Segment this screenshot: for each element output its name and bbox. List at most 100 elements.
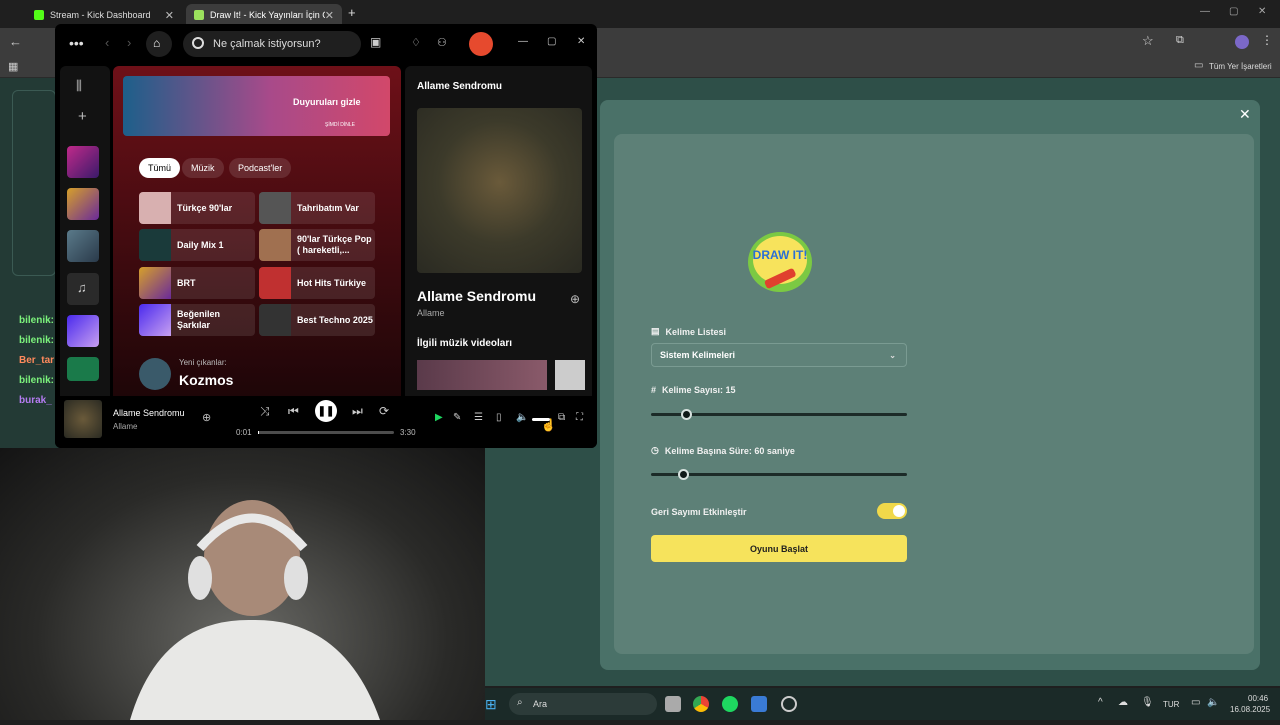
library-icon[interactable]: ⫼ [76, 78, 82, 94]
word-count-slider[interactable] [651, 409, 907, 420]
playlist-cover[interactable]: ♫ [67, 273, 99, 305]
clock-date[interactable]: 16.08.2025 [1230, 705, 1270, 714]
maximize-icon[interactable]: ▢ [1229, 6, 1238, 17]
shortcut-card[interactable]: Beğenilen Şarkılar [139, 304, 255, 336]
search-input[interactable]: Ne çalmak istiyorsun? [183, 31, 361, 57]
time-slider[interactable] [651, 469, 907, 480]
volume-icon[interactable]: 🔈 [516, 412, 528, 423]
fullscreen-icon[interactable]: ⛶ [576, 412, 583, 423]
browse-icon[interactable]: ▣ [370, 35, 381, 49]
shortcut-card[interactable]: Best Techno 2025 [259, 304, 375, 336]
close-tab-icon[interactable]: ✕ [165, 9, 174, 22]
new-release-title[interactable]: Kozmos [179, 372, 233, 388]
add-to-library-icon[interactable]: ⊕ [202, 411, 211, 424]
tray-chevron-icon[interactable]: ^ [1098, 697, 1103, 708]
lyrics-icon[interactable]: ✎ [453, 412, 461, 423]
maximize-icon[interactable]: ▢ [547, 36, 556, 47]
album-title[interactable]: Allame Sendromu [417, 288, 536, 304]
bookmark-star-icon[interactable]: ☆ [1142, 33, 1154, 49]
chrome-icon[interactable] [693, 696, 709, 712]
mic-icon[interactable]: 🎙 [1141, 697, 1154, 708]
profile-avatar[interactable] [1235, 35, 1249, 49]
language-indicator[interactable]: TUR [1163, 700, 1179, 709]
menu-icon[interactable]: ⋮ [1261, 33, 1273, 47]
task-view-icon[interactable] [665, 696, 681, 712]
extensions-icon[interactable]: ⧉ [1176, 34, 1184, 47]
tab-kick-dashboard[interactable]: Stream - Kick Dashboard ✕ [26, 4, 182, 26]
promo-banner[interactable]: Duyuruları gizle ŞİMDİ DİNLE [123, 76, 390, 136]
friends-icon[interactable]: ⚇ [437, 36, 447, 49]
close-icon[interactable]: ✕ [577, 36, 585, 47]
music-note-icon: ♫ [77, 280, 87, 295]
chip-music[interactable]: Müzik [182, 158, 224, 178]
playlist-cover[interactable] [67, 357, 99, 381]
new-tab-icon[interactable]: + [348, 5, 356, 20]
word-list-select[interactable]: Sistem Kelimeleri ⌄ [651, 343, 907, 367]
add-icon[interactable]: ⊕ [570, 292, 580, 306]
next-icon[interactable]: ⏭ [352, 404, 363, 419]
back-icon[interactable]: ‹ [105, 35, 109, 50]
home-button[interactable]: ⌂ [146, 31, 172, 57]
slider-handle[interactable] [678, 469, 689, 480]
shortcut-card[interactable]: Türkçe 90'lar [139, 192, 255, 224]
new-release-avatar[interactable] [139, 358, 171, 390]
add-icon[interactable]: + [78, 108, 87, 125]
network-icon[interactable]: ▭ [1191, 697, 1200, 708]
progress-bar[interactable] [258, 431, 394, 434]
playlist-cover[interactable] [67, 230, 99, 262]
shortcut-card[interactable]: 90'lar Türkçe Pop ( hareketli,... [259, 229, 375, 261]
repeat-icon[interactable]: ⟳ [379, 404, 389, 418]
back-icon[interactable]: ← [9, 34, 22, 49]
now-playing-view-icon[interactable]: ▶ [435, 412, 443, 423]
liked-songs-cover[interactable] [67, 315, 99, 347]
start-game-button[interactable]: Oyunu Başlat [651, 535, 907, 562]
card-thumb [259, 267, 291, 299]
slider-handle[interactable] [681, 409, 692, 420]
connect-device-icon[interactable]: ▯ [496, 412, 502, 423]
previous-icon[interactable]: ⏮ [288, 404, 299, 419]
time-label: ◷ Kelime Başına Süre: 60 saniye [651, 445, 795, 456]
app-icon[interactable] [781, 696, 797, 712]
more-icon[interactable]: ••• [69, 35, 84, 51]
shortcut-card[interactable]: BRT [139, 267, 255, 299]
pause-button[interactable]: ❚❚ [315, 400, 337, 422]
clock-time[interactable]: 00:46 [1248, 694, 1268, 703]
close-modal-icon[interactable]: ✕ [1239, 106, 1251, 123]
apps-icon[interactable]: ▦ [8, 60, 18, 73]
video-thumb[interactable] [555, 360, 585, 390]
now-playing-artist[interactable]: Allame [113, 422, 137, 431]
queue-icon[interactable]: ☰ [474, 412, 483, 423]
shuffle-icon[interactable]: ⤨ [260, 404, 270, 419]
tab-draw-it[interactable]: Draw It! - Kick Yayınları İçin Çizi ✕ [186, 4, 342, 26]
forward-icon[interactable]: › [127, 35, 131, 50]
minimize-icon[interactable]: — [518, 36, 528, 47]
playlist-cover[interactable] [67, 146, 99, 178]
hide-announcements[interactable]: Duyuruları gizle [293, 97, 361, 107]
store-icon[interactable] [751, 696, 767, 712]
video-thumb[interactable] [417, 360, 547, 390]
onedrive-icon[interactable]: ☁ [1118, 697, 1128, 708]
mini-player-icon[interactable]: ⧉ [558, 412, 565, 423]
bell-icon[interactable]: ♢ [411, 36, 421, 49]
card-thumb [139, 192, 171, 224]
start-icon[interactable]: ⊞ [485, 696, 497, 713]
album-artist[interactable]: Allame [417, 308, 445, 318]
speaker-icon[interactable]: 🔈 [1207, 697, 1219, 708]
spotify-topbar: ••• ‹ › ⌂ Ne çalmak istiyorsun? ▣ ♢ ⚇ — … [55, 24, 597, 64]
shortcut-card[interactable]: Tahribatım Var [259, 192, 375, 224]
chip-podcasts[interactable]: Podcast'ler [229, 158, 292, 178]
taskbar-search[interactable]: ⌕ Ara [509, 693, 657, 715]
avatar[interactable] [469, 32, 493, 56]
close-icon[interactable]: ✕ [1258, 6, 1266, 17]
playlist-cover[interactable] [67, 188, 99, 220]
minimize-icon[interactable]: — [1200, 6, 1210, 17]
spotify-icon[interactable] [722, 696, 738, 712]
now-playing-title[interactable]: Allame Sendromu [113, 408, 185, 418]
related-videos-heading: İlgili müzik videoları [417, 338, 513, 349]
shortcut-card[interactable]: Daily Mix 1 [139, 229, 255, 261]
countdown-toggle[interactable] [877, 503, 907, 519]
all-bookmarks-label[interactable]: Tüm Yer İşaretleri [1209, 62, 1272, 71]
close-tab-icon[interactable]: ✕ [325, 9, 334, 22]
shortcut-card[interactable]: Hot Hits Türkiye [259, 267, 375, 299]
chip-all[interactable]: Tümü [139, 158, 181, 178]
